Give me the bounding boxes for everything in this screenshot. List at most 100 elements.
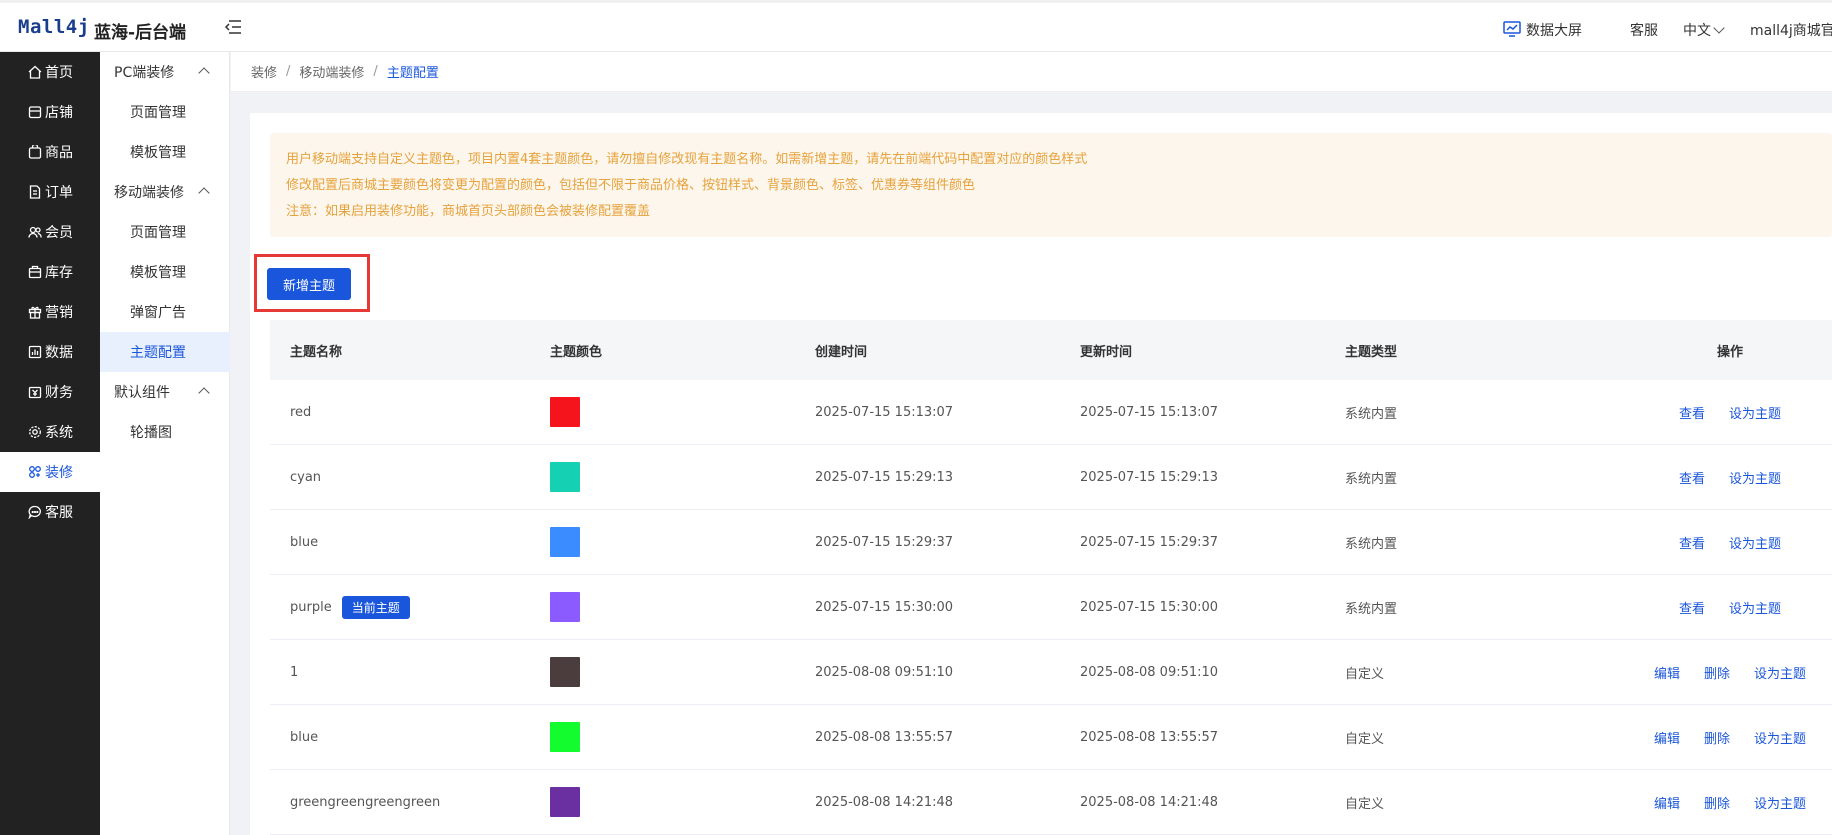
updated-time: 2025-07-15 15:29:37 (1080, 534, 1219, 550)
created-time: 2025-07-15 15:29:37 (815, 534, 954, 550)
subnav-item-mobile-templates[interactable]: 模板管理 (100, 252, 230, 292)
subnav-item-pc-pages[interactable]: 页面管理 (100, 92, 230, 132)
sidebar-item-label: 商品 (45, 145, 73, 161)
breadcrumb: 装修 / 移动端装修 / 主题配置 (231, 52, 1832, 92)
subnav-group-label: PC端装修 (114, 65, 175, 81)
view-button[interactable]: 查看 (1679, 533, 1705, 552)
language-select[interactable]: 中文 (1683, 20, 1725, 40)
view-button[interactable]: 查看 (1679, 403, 1705, 422)
notice-alert: 用户移动端支持自定义主题色，项目内置4套主题颜色，请勿擅自修改现有主题名称。如需… (270, 133, 1832, 237)
sidebar-item-member[interactable]: 会员 (0, 212, 100, 252)
column-header: 主题类型 (1345, 344, 1398, 360)
theme-name-cell: cyan (290, 445, 321, 509)
subnav-item-mobile-pages[interactable]: 页面管理 (100, 212, 230, 252)
set-theme-button[interactable]: 设为主题 (1729, 598, 1781, 617)
menu-collapse-icon[interactable] (224, 18, 242, 36)
theme-name-cell: blue (290, 510, 318, 574)
table-header: 主题名称 主题颜色 创建时间 更新时间 主题类型 操作 (270, 320, 1832, 380)
sidebar-item-label: 系统 (45, 425, 73, 441)
column-header: 创建时间 (815, 344, 868, 360)
created-time: 2025-08-08 13:55:57 (815, 729, 954, 745)
table-row: cyan 2025-07-15 15:29:13 2025-07-15 15:29:… (270, 445, 1832, 510)
set-theme-button[interactable]: 设为主题 (1754, 793, 1806, 812)
delete-button[interactable]: 删除 (1704, 728, 1730, 747)
sidebar-item-label: 客服 (45, 505, 73, 521)
breadcrumb-item[interactable]: 装修 (251, 62, 277, 81)
edit-button[interactable]: 编辑 (1654, 793, 1680, 812)
logo[interactable]: Mall4j (18, 16, 90, 38)
subnav-group-pc[interactable]: PC端装修 (100, 52, 230, 92)
table-row: blue 2025-08-08 13:55:57 2025-08-08 13:55:… (270, 705, 1832, 770)
notice-line: 用户移动端支持自定义主题色，项目内置4套主题颜色，请勿擅自修改现有主题名称。如需… (286, 152, 1088, 167)
set-theme-button[interactable]: 设为主题 (1754, 663, 1806, 682)
account-menu[interactable]: mall4j商城官方 (1750, 20, 1832, 40)
set-theme-button[interactable]: 设为主题 (1729, 468, 1781, 487)
data-screen-icon[interactable] (1503, 21, 1521, 37)
sidebar-item-goods[interactable]: 商品 (0, 132, 100, 172)
sub-sidebar: PC端装修 页面管理 模板管理 移动端装修 页面管理 模板管理 弹窗广告 主题配… (100, 52, 230, 835)
theme-color-cell (550, 770, 580, 834)
sidebar-item-label: 会员 (45, 225, 73, 241)
subnav-group-mobile[interactable]: 移动端装修 (100, 172, 230, 212)
sidebar-item-shop[interactable]: 店铺 (0, 92, 100, 132)
delete-button[interactable]: 删除 (1704, 793, 1730, 812)
chevron-up-icon (198, 387, 210, 399)
subnav-item-popup-ads[interactable]: 弹窗广告 (100, 292, 230, 332)
sidebar-item-finance[interactable]: 财务 (0, 372, 100, 412)
customer-service-link[interactable]: 客服 (1630, 20, 1658, 40)
sidebar-item-data[interactable]: 数据 (0, 332, 100, 372)
created-time: 2025-07-15 15:13:07 (815, 404, 954, 420)
theme-name-cell: blue (290, 705, 318, 769)
breadcrumb-item[interactable]: 移动端装修 (299, 62, 364, 81)
chat-icon (28, 505, 41, 519)
set-theme-button[interactable]: 设为主题 (1754, 728, 1806, 747)
breadcrumb-separator: / (373, 64, 378, 79)
sidebar-item-marketing[interactable]: 营销 (0, 292, 100, 332)
subnav-item-carousel[interactable]: 轮播图 (100, 412, 230, 452)
subnav-item-theme-config[interactable]: 主题配置 (100, 332, 230, 372)
main-sidebar: 首页 店铺 商品 订单 会员 库存 营销 数据 财务 系统 装修 客服 (0, 52, 100, 835)
table-row: 1 2025-08-08 09:51:10 2025-08-08 09:51:10 自… (270, 640, 1832, 705)
theme-name-cell: purple 当前主题 (290, 575, 410, 639)
set-theme-button[interactable]: 设为主题 (1729, 403, 1781, 422)
edit-button[interactable]: 编辑 (1654, 728, 1680, 747)
theme-type: 系统内置 (1345, 471, 1398, 487)
chart-icon (28, 345, 42, 359)
updated-time: 2025-07-15 15:30:00 (1080, 599, 1219, 615)
color-swatch (550, 397, 580, 427)
theme-type: 自定义 (1345, 666, 1385, 682)
sidebar-item-system[interactable]: 系统 (0, 412, 100, 452)
sidebar-item-label: 营销 (45, 305, 73, 321)
color-swatch (550, 462, 580, 492)
sidebar-item-service[interactable]: 客服 (0, 492, 100, 532)
app-name: 蓝海-后台端 (94, 23, 187, 43)
theme-color-cell (550, 510, 580, 574)
delete-button[interactable]: 删除 (1704, 663, 1730, 682)
theme-name-cell: 1 (290, 640, 298, 704)
created-time: 2025-08-08 09:51:10 (815, 664, 954, 680)
updated-time: 2025-08-08 14:21:48 (1080, 794, 1219, 810)
subnav-item-pc-templates[interactable]: 模板管理 (100, 132, 230, 172)
updated-time: 2025-08-08 09:51:10 (1080, 664, 1219, 680)
gift-icon (28, 306, 42, 319)
sidebar-item-order[interactable]: 订单 (0, 172, 100, 212)
chevron-down-icon (1713, 22, 1725, 34)
view-button[interactable]: 查看 (1679, 598, 1705, 617)
view-button[interactable]: 查看 (1679, 468, 1705, 487)
set-theme-button[interactable]: 设为主题 (1729, 533, 1781, 552)
theme-color-cell (550, 705, 580, 769)
color-swatch (550, 787, 580, 817)
breadcrumb-separator: / (286, 64, 291, 79)
sidebar-item-stock[interactable]: 库存 (0, 252, 100, 292)
updated-time: 2025-07-15 15:29:13 (1080, 469, 1219, 485)
add-theme-button[interactable]: 新增主题 (267, 268, 351, 300)
subnav-group-default[interactable]: 默认组件 (100, 372, 230, 412)
data-screen-link[interactable]: 数据大屏 (1526, 20, 1582, 40)
order-icon (29, 185, 41, 199)
sidebar-item-home[interactable]: 首页 (0, 52, 100, 92)
member-icon (28, 226, 42, 238)
edit-button[interactable]: 编辑 (1654, 663, 1680, 682)
theme-name: 1 (290, 664, 299, 680)
theme-name: red (290, 404, 312, 420)
sidebar-item-decorate[interactable]: 装修 (0, 452, 100, 492)
